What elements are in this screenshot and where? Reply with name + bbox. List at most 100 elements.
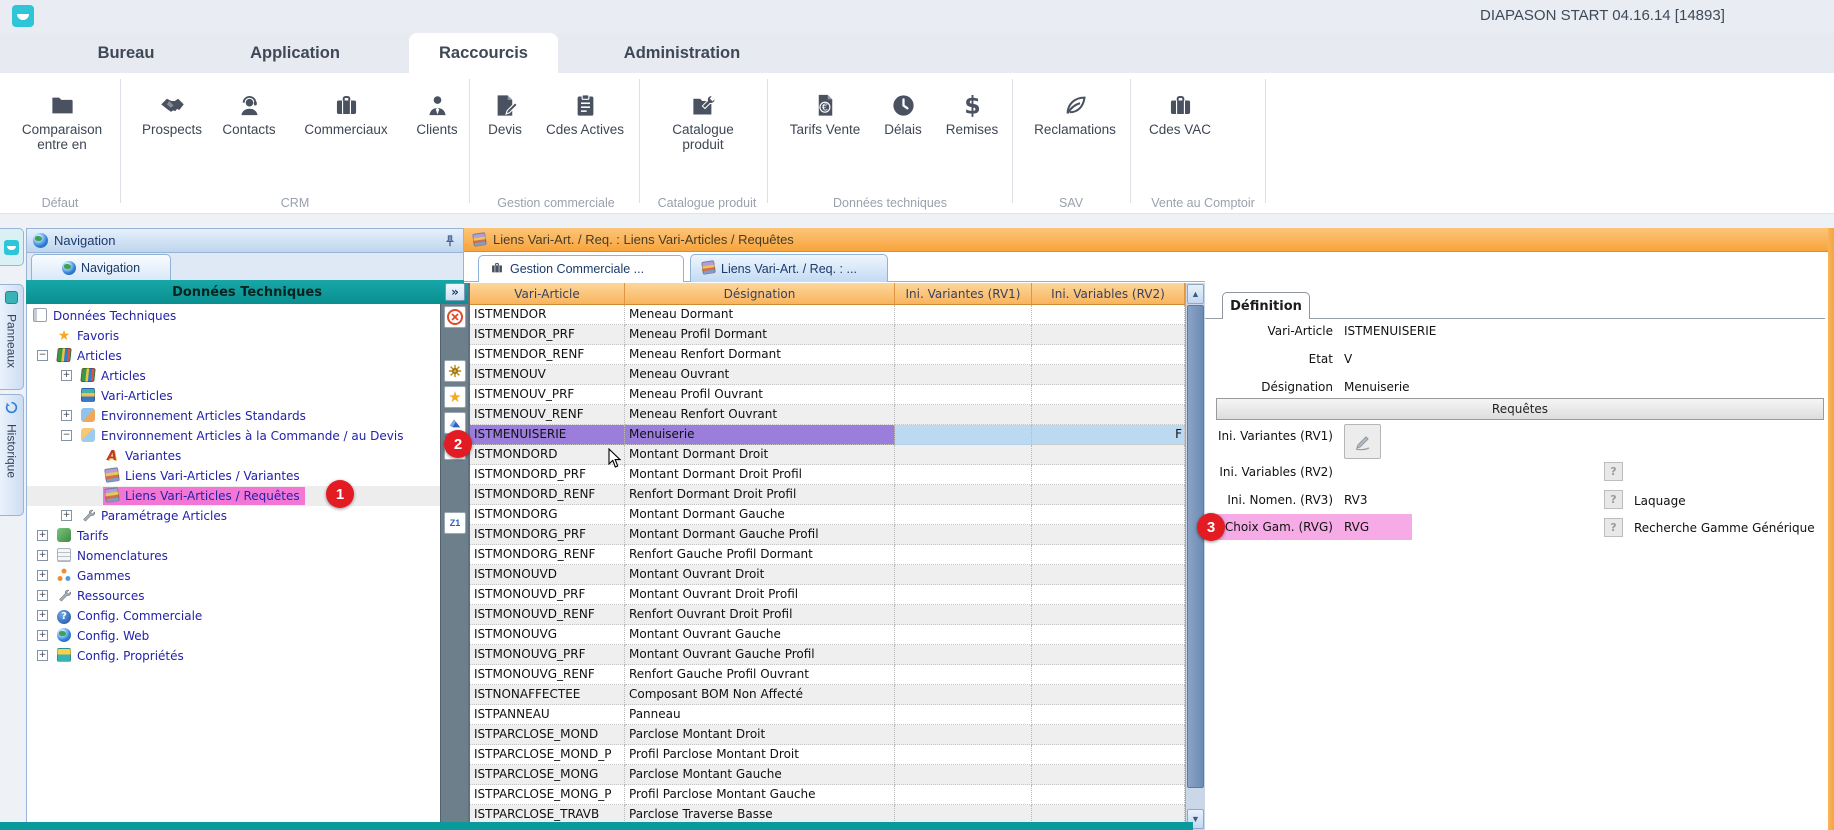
scroll-up-button[interactable]: ▲ <box>1187 284 1204 304</box>
tree-item-environnement-articles-standards[interactable]: +Environnement Articles Standards <box>27 406 440 426</box>
table-row[interactable]: ISTPARCLOSE_MONG_PProfil Parclose Montan… <box>470 785 1185 805</box>
tree-item-favoris[interactable]: ★Favoris <box>27 326 440 346</box>
table-row[interactable]: ISTPARCLOSE_MOND_PProfil Parclose Montan… <box>470 745 1185 765</box>
column-header-vari-article[interactable]: Vari-Article <box>470 283 625 305</box>
table-cell: ISTMENDOR <box>470 305 625 325</box>
menu-tab-administration[interactable]: Administration <box>600 33 764 73</box>
table-row[interactable]: ISTMONOUVD_RENFRenfort Ouvrant Droit Pro… <box>470 605 1185 625</box>
ribbon-button-remises[interactable]: $Remises <box>916 81 1028 137</box>
sidebar-tab-panneaux[interactable]: Panneaux <box>0 284 24 390</box>
table-cell: Meneau Renfort Dormant <box>625 345 895 365</box>
tree-expander-expand[interactable]: + <box>61 510 72 521</box>
collapse-panel-button[interactable]: » <box>445 283 465 301</box>
table-row[interactable]: ISTMENOUV_PRFMeneau Profil Ouvrant <box>470 385 1185 405</box>
ribbon-button-cdes-actives[interactable]: Cdes Actives <box>529 81 641 137</box>
document-tab-liens-vari-art-req[interactable]: Liens Vari-Art. / Req. : ... <box>690 254 888 282</box>
column-header-ini-variables-rv2[interactable]: Ini. Variables (RV2) <box>1032 283 1185 305</box>
tree-item-config-propri-t-s[interactable]: + Config. Propriétés <box>27 646 440 666</box>
tree-item-content: Tarifs <box>55 527 113 545</box>
favorite-star-icon[interactable]: ★ <box>444 386 466 408</box>
tree-item-ressources[interactable]: +Ressources <box>27 586 440 606</box>
tree-expander-expand[interactable]: + <box>61 410 72 421</box>
rv1-query-button[interactable] <box>1344 424 1381 459</box>
ribbon-button-contacts[interactable]: Contacts <box>193 81 305 137</box>
table-row[interactable]: ISTMONDORG_PRFMontant Dormant Gauche Pro… <box>470 525 1185 545</box>
tree-expander-expand[interactable]: + <box>37 590 48 601</box>
table-row[interactable]: ISTMONOUVG_RENFRenfort Gauche Profil Ouv… <box>470 665 1185 685</box>
ribbon-button-cdes-vac[interactable]: Cdes VAC <box>1124 81 1236 137</box>
tree-expander-expand[interactable]: + <box>37 550 48 561</box>
table-row[interactable]: ISTMENOUVMeneau Ouvrant <box>470 365 1185 385</box>
help-question-button[interactable]: ? <box>1604 518 1623 537</box>
tree-item-tarifs[interactable]: + Tarifs <box>27 526 440 546</box>
rail-logo-button[interactable] <box>0 228 24 266</box>
tree-item-param-trage-articles[interactable]: +Paramétrage Articles <box>27 506 440 526</box>
tree-item-config-commerciale[interactable]: +?Config. Commerciale <box>27 606 440 626</box>
tree-expander-collapse[interactable]: − <box>61 430 72 441</box>
menu-tab-raccourcis[interactable]: Raccourcis <box>409 33 558 73</box>
menu-tab-bureau[interactable]: Bureau <box>76 33 176 73</box>
column-header-ini-variantes-rv1[interactable]: Ini. Variantes (RV1) <box>895 283 1032 305</box>
tree-expander-expand[interactable]: + <box>37 610 48 621</box>
tree-item-vari-articles[interactable]: Vari-Articles <box>27 386 440 406</box>
table-row[interactable]: ISTMONDORD_PRFMontant Dormant Droit Prof… <box>470 465 1185 485</box>
table-row[interactable]: ISTMENDOR_RENFMeneau Renfort Dormant <box>470 345 1185 365</box>
table-row[interactable]: ISTPARCLOSE_MONGParclose Montant Gauche <box>470 765 1185 785</box>
document-tab-gestion-commerciale[interactable]: Gestion Commerciale ... <box>478 255 684 282</box>
table-cell <box>1032 545 1185 565</box>
help-question-button[interactable]: ? <box>1604 462 1623 481</box>
table-row[interactable]: ISTMONDORD_RENFRenfort Dormant Droit Pro… <box>470 485 1185 505</box>
table-row[interactable]: ISTMENDORMeneau Dormant <box>470 305 1185 325</box>
zoom-z1-icon[interactable]: Z1 <box>444 512 466 534</box>
column-header-d-signation[interactable]: Désignation <box>625 283 895 305</box>
gear-icon[interactable] <box>444 360 466 382</box>
tree-item-gammes[interactable]: +Gammes <box>27 566 440 586</box>
table-row[interactable]: ISTMENOUV_RENFMeneau Renfort Ouvrant <box>470 405 1185 425</box>
table-row[interactable]: ISTMONDORG_RENFRenfort Gauche Profil Dor… <box>470 545 1185 565</box>
tree-item-content: Config. Propriétés <box>55 647 189 665</box>
tree-expander-collapse[interactable]: − <box>37 350 48 361</box>
tree-expander-expand[interactable]: + <box>61 370 72 381</box>
tree-item-nomenclatures[interactable]: +Nomenclatures <box>27 546 440 566</box>
table-row[interactable]: ISTMONDORGMontant Dormant Gauche <box>470 505 1185 525</box>
table-row[interactable]: ISTMENDOR_PRFMeneau Profil Dormant <box>470 325 1185 345</box>
table-cell <box>1032 505 1185 525</box>
help-question-button[interactable]: ? <box>1604 490 1623 509</box>
tree-expander-expand[interactable]: + <box>37 630 48 641</box>
tree-item-liens-vari-articles-requ-tes[interactable]: Liens Vari-Articles / Requêtes <box>27 486 440 506</box>
table-row[interactable]: ISTMONOUVDMontant Ouvrant Droit <box>470 565 1185 585</box>
tree-item-donn-es-techniques[interactable]: Données Techniques <box>27 306 440 326</box>
table-row[interactable]: ISTPARCLOSE_MONDParclose Montant Droit <box>470 725 1185 745</box>
tree-expander-expand[interactable]: + <box>37 530 48 541</box>
vari-articles-table: Vari-ArticleDésignationIni. Variantes (R… <box>470 283 1185 830</box>
close-icon[interactable] <box>444 306 466 328</box>
sidebar-tab-historique[interactable]: Historique <box>0 394 24 516</box>
tree-item-environnement-articles-la-commande-au-devis[interactable]: −Environnement Articles à la Commande / … <box>27 426 440 446</box>
tree-expander-expand[interactable]: + <box>37 650 48 661</box>
tree-item-articles[interactable]: −Articles <box>27 346 440 366</box>
tree-item-articles[interactable]: +Articles <box>27 366 440 386</box>
tree-expander-expand[interactable]: + <box>37 570 48 581</box>
table-row[interactable]: ISTMENUISERIEMenuiserieF <box>470 425 1185 445</box>
tab-navigation[interactable]: Navigation <box>31 254 171 280</box>
table-cell: Parclose Montant Gauche <box>625 765 895 785</box>
table-row[interactable]: ISTMONOUVG_PRFMontant Ouvrant Gauche Pro… <box>470 645 1185 665</box>
table-row[interactable]: ISTMONDORDMontant Dormant Droit <box>470 445 1185 465</box>
pin-icon[interactable] <box>443 234 457 248</box>
navigation-tree: Données Techniques★Favoris−Articles+Arti… <box>26 304 440 822</box>
tree-item-config-web[interactable]: +Config. Web <box>27 626 440 646</box>
table-row[interactable]: ISTPANNEAUPanneau <box>470 705 1185 725</box>
ribbon-button-comparaison-entre-en[interactable]: Comparaison entre en <box>7 81 117 152</box>
tab-definition[interactable]: Définition <box>1222 292 1310 319</box>
table-row[interactable]: ISTMONOUVD_PRFMontant Ouvrant Droit Prof… <box>470 585 1185 605</box>
table-cell: Meneau Profil Ouvrant <box>625 385 895 405</box>
ribbon-button-reclamations[interactable]: Reclamations <box>1019 81 1131 137</box>
tree-item-variantes[interactable]: AVariantes <box>27 446 440 466</box>
scrollbar-thumb[interactable] <box>1187 305 1204 788</box>
table-vertical-scrollbar[interactable]: ▲ ▼ <box>1185 283 1205 830</box>
table-row[interactable]: ISTNONAFFECTEEComposant BOM Non Affecté <box>470 685 1185 705</box>
tree-item-liens-vari-articles-variantes[interactable]: Liens Vari-Articles / Variantes <box>27 466 440 486</box>
ribbon-button-catalogue-produit[interactable]: Catalogue produit <box>663 81 743 152</box>
menu-tab-application[interactable]: Application <box>230 33 360 73</box>
table-row[interactable]: ISTMONOUVGMontant Ouvrant Gauche <box>470 625 1185 645</box>
